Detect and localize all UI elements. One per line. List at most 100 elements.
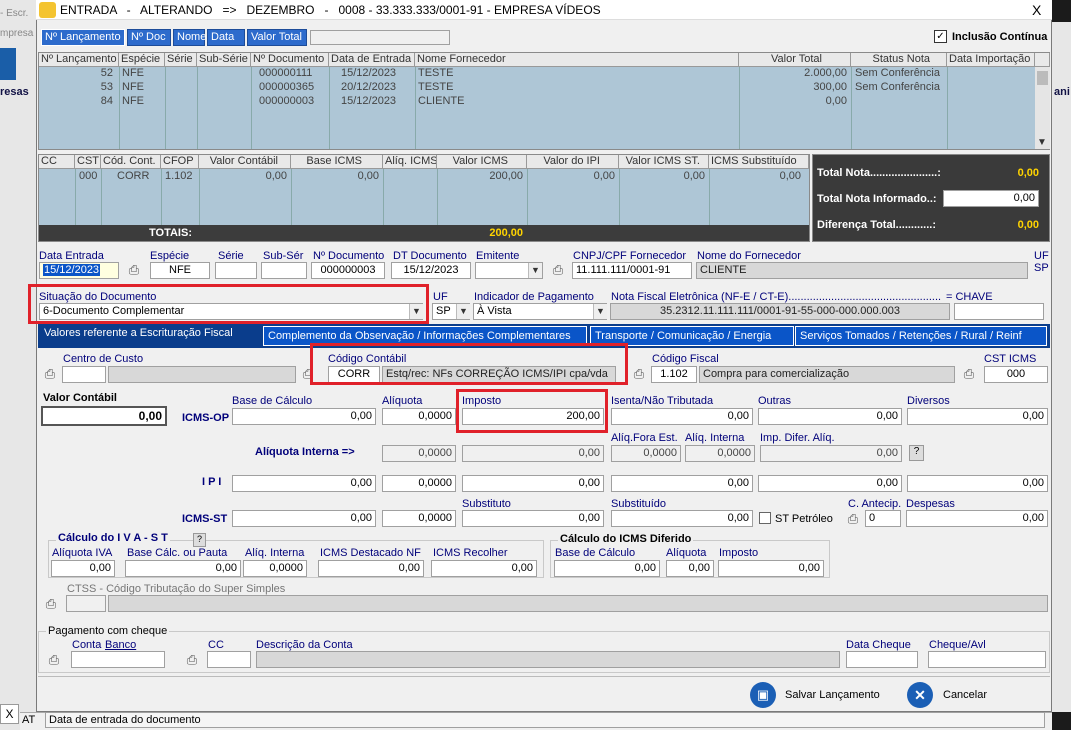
dt-documento-input[interactable]: 15/12/2023: [391, 262, 471, 279]
col-header[interactable]: ICMS Substituído: [709, 155, 809, 169]
col-header[interactable]: Nº Lançamento: [39, 53, 119, 67]
printer-icon[interactable]: ⎙: [41, 366, 59, 382]
cancel-icon[interactable]: ✕: [907, 682, 933, 708]
col-header[interactable]: Valor Contábil: [199, 155, 291, 169]
col-header[interactable]: Data de Entrada: [329, 53, 415, 67]
especie-input[interactable]: NFE: [150, 262, 210, 279]
icms-recolher-input[interactable]: 0,00: [431, 560, 537, 577]
col-header[interactable]: Série: [165, 53, 197, 67]
cheque-avl-input[interactable]: [928, 651, 1046, 668]
scrollbar-thumb[interactable]: [1037, 71, 1048, 85]
col-header[interactable]: Nome Fornecedor: [415, 53, 739, 67]
printer-icon[interactable]: ⎙: [125, 262, 143, 278]
chave-input[interactable]: [954, 303, 1044, 320]
printer-icon[interactable]: ⎙: [960, 366, 978, 382]
cnpj-input[interactable]: 11.111.111/0001-91: [572, 262, 692, 279]
tab-n-lancamento[interactable]: Nº Lançamento: [41, 29, 125, 46]
tab-nome[interactable]: Nome: [173, 29, 206, 46]
cc-input[interactable]: [207, 651, 251, 668]
icms-destacado-input[interactable]: 0,00: [318, 560, 424, 577]
icms-isenta-input[interactable]: 0,00: [611, 408, 753, 425]
emitente-select[interactable]: ▼: [475, 262, 543, 279]
st-base-input[interactable]: 0,00: [232, 510, 376, 527]
printer-icon[interactable]: ⎙: [844, 511, 862, 527]
tab-servicos[interactable]: Serviços Tomados / Retenções / Rural / R…: [795, 326, 1047, 346]
col-header[interactable]: Sub-Série: [197, 53, 251, 67]
col-header[interactable]: Base ICMS: [291, 155, 383, 169]
tab-data[interactable]: Data: [207, 29, 245, 46]
ipi-imposto-input[interactable]: 0,00: [462, 475, 604, 492]
search-input[interactable]: [310, 30, 450, 45]
st-petroleo-checkbox[interactable]: [759, 512, 771, 524]
printer-icon[interactable]: ⎙: [42, 596, 60, 612]
total-informado-input[interactable]: 0,00: [943, 190, 1039, 207]
conta-banco-input[interactable]: [71, 651, 165, 668]
aliq-interna-iva-input[interactable]: 0,0000: [243, 560, 307, 577]
codigo-fiscal-input[interactable]: 1.102: [651, 366, 697, 383]
valor-contabil-input[interactable]: 0,00: [41, 406, 167, 426]
ctss-input[interactable]: [66, 595, 106, 612]
col-header[interactable]: Status Nota: [851, 53, 947, 67]
aliq-interna-dif-input[interactable]: 0,0000: [685, 445, 755, 462]
dif-imposto-input[interactable]: 0,00: [718, 560, 824, 577]
st-aliquota-input[interactable]: 0,0000: [382, 510, 456, 527]
ipi-diversos-input[interactable]: 0,00: [907, 475, 1048, 492]
cancel-button[interactable]: Cancelar: [943, 689, 987, 701]
close-icon[interactable]: X: [1032, 2, 1041, 18]
icms-outras-input[interactable]: 0,00: [758, 408, 902, 425]
inclusao-checkbox[interactable]: ✓: [934, 30, 947, 43]
col-header[interactable]: Espécie: [119, 53, 165, 67]
tab-valor-total[interactable]: Valor Total: [247, 29, 307, 46]
ipi-aliquota-input[interactable]: 0,0000: [382, 475, 456, 492]
col-header[interactable]: Data Importação: [947, 53, 1035, 67]
scroll-down-icon[interactable]: ▼: [1037, 137, 1047, 148]
data-cheque-input[interactable]: [846, 651, 918, 668]
icms-aliquota-input[interactable]: 0,0000: [382, 408, 456, 425]
ipi-isenta-input[interactable]: 0,00: [611, 475, 753, 492]
serie-input[interactable]: [215, 262, 257, 279]
chevron-down-icon[interactable]: ▼: [593, 304, 607, 319]
dif-aliquota-input[interactable]: 0,00: [666, 560, 714, 577]
col-header[interactable]: Valor ICMS ST.: [619, 155, 709, 169]
col-header[interactable]: Cód. Cont.: [101, 155, 161, 169]
save-button[interactable]: Salvar Lançamento: [785, 689, 880, 701]
ipi-outras-input[interactable]: 0,00: [758, 475, 902, 492]
indicador-pagamento-select[interactable]: À Vista: [473, 303, 607, 320]
tab-n-doc[interactable]: Nº Doc: [127, 29, 171, 46]
col-header[interactable]: Valor ICMS: [437, 155, 527, 169]
aliq-interna-input[interactable]: 0,0000: [382, 445, 456, 462]
imp-difer-aliq-input[interactable]: 0,00: [760, 445, 902, 462]
subserie-input[interactable]: [261, 262, 307, 279]
aliq-fora-est-input[interactable]: 0,0000: [611, 445, 681, 462]
st-substituido-input[interactable]: 0,00: [611, 510, 753, 527]
help-button[interactable]: ?: [909, 445, 924, 461]
aliquota-iva-input[interactable]: 0,00: [51, 560, 115, 577]
centro-custo-input[interactable]: [62, 366, 106, 383]
ipi-base-input[interactable]: 0,00: [232, 475, 376, 492]
col-header[interactable]: Alíq. ICMS: [383, 155, 437, 169]
printer-icon[interactable]: ⎙: [549, 262, 567, 278]
tab-valores[interactable]: Valores referente a Escrituração Fiscal: [40, 324, 262, 346]
icms-base-input[interactable]: 0,00: [232, 408, 376, 425]
aliq-interna-valor[interactable]: 0,00: [462, 445, 604, 462]
save-icon[interactable]: ▣: [750, 682, 776, 708]
icms-diversos-input[interactable]: 0,00: [907, 408, 1048, 425]
col-header[interactable]: Valor do IPI: [527, 155, 619, 169]
cst-icms-input[interactable]: 000: [984, 366, 1048, 383]
st-substituto-input[interactable]: 0,00: [462, 510, 604, 527]
col-header[interactable]: CST: [75, 155, 101, 169]
n-documento-input[interactable]: 000000003: [311, 262, 385, 279]
help-button[interactable]: ?: [193, 533, 206, 547]
col-header[interactable]: Nº Documento: [251, 53, 329, 67]
chevron-down-icon[interactable]: ▼: [456, 304, 470, 319]
printer-icon[interactable]: ⎙: [183, 652, 201, 668]
c-antecip-input[interactable]: 0: [865, 510, 901, 527]
despesas-input[interactable]: 0,00: [906, 510, 1048, 527]
bg-close-button[interactable]: X: [0, 704, 19, 724]
printer-icon[interactable]: ⎙: [45, 652, 63, 668]
col-header[interactable]: Valor Total: [739, 53, 851, 67]
base-calc-pauta-input[interactable]: 0,00: [125, 560, 241, 577]
col-header[interactable]: CFOP: [161, 155, 199, 169]
printer-icon[interactable]: ⎙: [630, 366, 648, 382]
dif-base-input[interactable]: 0,00: [554, 560, 660, 577]
